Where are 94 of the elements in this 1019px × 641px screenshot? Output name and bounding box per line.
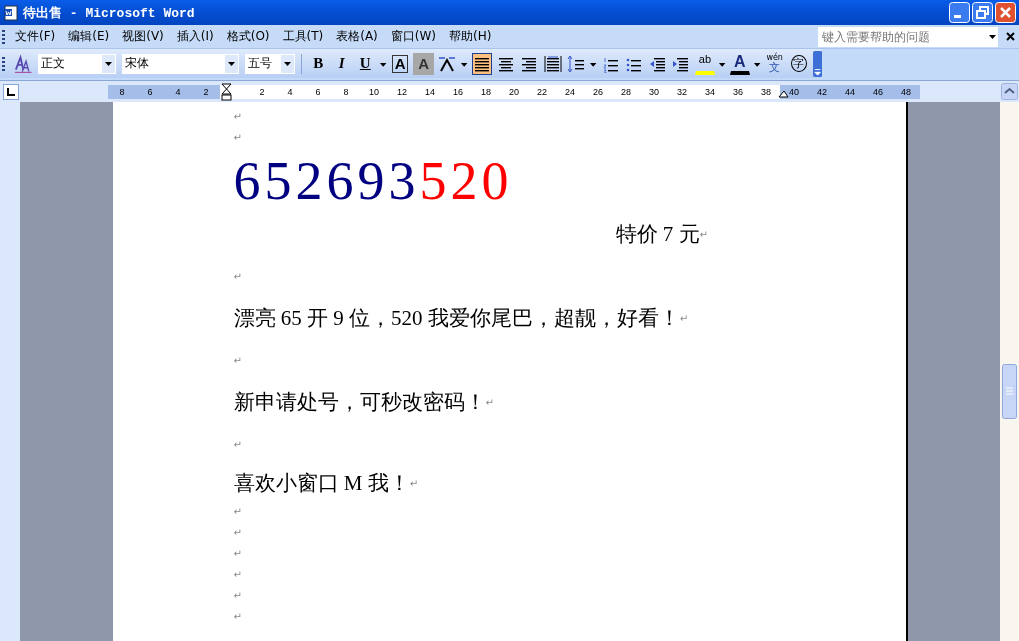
align-left-button[interactable]	[471, 52, 493, 75]
ruler-number: 12	[397, 86, 407, 97]
ruler-number: 10	[369, 86, 379, 97]
paragraph-mark: ↵	[679, 312, 689, 324]
ruler-number: 20	[509, 86, 519, 97]
large-number-text: 652693520	[233, 153, 513, 208]
paragraph-mark: ↵	[233, 590, 242, 601]
document-icon	[4, 4, 18, 21]
ruler-number: 2	[259, 86, 265, 97]
format-button[interactable]: I	[331, 52, 353, 75]
ruler-number: 34	[705, 86, 715, 97]
menu-item[interactable]: 视图(V)	[118, 28, 173, 45]
ruler-number: 6	[315, 86, 321, 97]
ruler-number: 2	[203, 86, 209, 97]
toolbar-grip	[2, 29, 5, 44]
font-size-dropdown[interactable]: 五号	[244, 53, 296, 74]
menu-item[interactable]: 编辑(E)	[64, 28, 119, 45]
paragraph-mark: ↵	[233, 354, 242, 366]
font-dropdown[interactable]: 宋体	[122, 53, 239, 74]
style-dropdown[interactable]: 正文	[38, 53, 117, 74]
ruler-number: 24	[565, 86, 575, 97]
restore-icon[interactable]	[972, 2, 993, 23]
paragraph-mark: ↵	[233, 111, 242, 122]
styles-icon[interactable]	[13, 53, 33, 74]
paragraph-mark: ↵	[233, 548, 242, 559]
paragraph-mark: ↵	[233, 611, 242, 622]
ruler-number: 18	[481, 86, 491, 97]
indent-marker-icon[interactable]	[221, 82, 232, 101]
format-button[interactable]: B	[308, 52, 329, 75]
left-tab-icon	[7, 87, 15, 96]
font-color-button[interactable]: A	[729, 52, 751, 75]
dropdown-arrow-icon	[105, 61, 113, 66]
scroll-up-button[interactable]	[1001, 83, 1018, 100]
character-shading-button[interactable]: A	[413, 52, 434, 75]
menu-item[interactable]: 工具(T)	[278, 28, 333, 45]
paragraph-mark: ↵	[233, 270, 242, 282]
ruler-number: 38	[761, 86, 771, 97]
paragraph-mark: ↵	[233, 132, 242, 143]
ruler-number: 28	[621, 86, 631, 97]
dropdown-arrow-icon	[989, 34, 996, 39]
menu-item[interactable]: 文件(F)	[11, 28, 65, 45]
ruler-number: 30	[649, 86, 659, 97]
paragraph-mark: ↵	[233, 506, 242, 517]
ruler-number: 36	[733, 86, 743, 97]
minimize-icon[interactable]	[949, 2, 970, 23]
paragraph-mark: ↵	[409, 477, 419, 489]
ruler-number: 8	[343, 86, 349, 97]
ruler-number: 6	[147, 86, 153, 97]
menu-item[interactable]: 窗口(W)	[386, 28, 446, 45]
ruler-number: 44	[845, 86, 855, 97]
window-title: 待出售 - Microsoft Word	[23, 4, 196, 22]
justify-icon	[543, 54, 562, 73]
ruler-number: 16	[453, 86, 463, 97]
paragraph-mark: ↵	[699, 228, 708, 240]
dropdown-arrow-icon	[227, 61, 235, 66]
right-indent-marker-icon[interactable]	[778, 89, 789, 98]
price-text: 特价 7 元	[615, 221, 700, 248]
ruler-number: 22	[537, 86, 547, 97]
paragraph-mark: ↵	[233, 527, 242, 538]
scrollbar-thumb[interactable]	[1002, 364, 1017, 419]
paragraph-text: 新申请处号，可秒改密码！	[233, 389, 486, 416]
ruler-number: 14	[425, 86, 435, 97]
paragraph-text: 喜欢小窗口 M 我！	[233, 470, 410, 497]
ruler-number: 42	[817, 86, 827, 97]
menu-item[interactable]: 插入(I)	[172, 28, 223, 45]
ruler-number: 32	[677, 86, 687, 97]
paragraph-mark: ↵	[233, 569, 242, 580]
paragraph-mark: ↵	[485, 396, 494, 408]
paragraph-mark: ↵	[233, 438, 242, 450]
phonetic-guide-button[interactable]: wén 文	[764, 52, 785, 75]
toolbar-grip	[2, 56, 5, 71]
horizontal-ruler[interactable]: 8 6 4 2 2 4 6 8 10 12 14 16 18 20 22 24 26 28 30 32 34 36 38 40 42 44 46 48	[108, 84, 920, 99]
character-border-button[interactable]: A	[389, 52, 411, 75]
menu-item[interactable]: 格式(O)	[222, 28, 279, 45]
menu-item[interactable]: 帮助(H)	[445, 28, 501, 45]
tab-selector-button[interactable]	[3, 83, 19, 100]
toolbar-options-icon[interactable]	[812, 49, 823, 78]
line-spacing-icon	[567, 54, 586, 73]
ruler-number: 48	[901, 86, 911, 97]
highlight-button[interactable]: ab	[694, 52, 716, 75]
close-icon[interactable]	[1006, 32, 1015, 41]
ruler-number: 4	[287, 86, 293, 97]
ruler-number: 46	[873, 86, 883, 97]
menu-item[interactable]: 表格(A)	[332, 28, 387, 45]
vertical-scrollbar[interactable]	[1000, 102, 1019, 641]
ruler-number: 4	[175, 86, 181, 97]
format-button[interactable]: U	[355, 52, 376, 75]
ruler-number: 26	[593, 86, 603, 97]
ruler-number: 8	[119, 86, 125, 97]
dropdown-arrow-icon	[284, 61, 292, 66]
ruler-number: 40	[789, 86, 799, 97]
help-search-field[interactable]: 键入需要帮助的问题	[818, 26, 998, 47]
paragraph-text: 漂亮 65 开 9 位，520 我爱你尾巴，超靓，好看！	[233, 305, 680, 332]
character-scale-icon	[438, 54, 457, 73]
